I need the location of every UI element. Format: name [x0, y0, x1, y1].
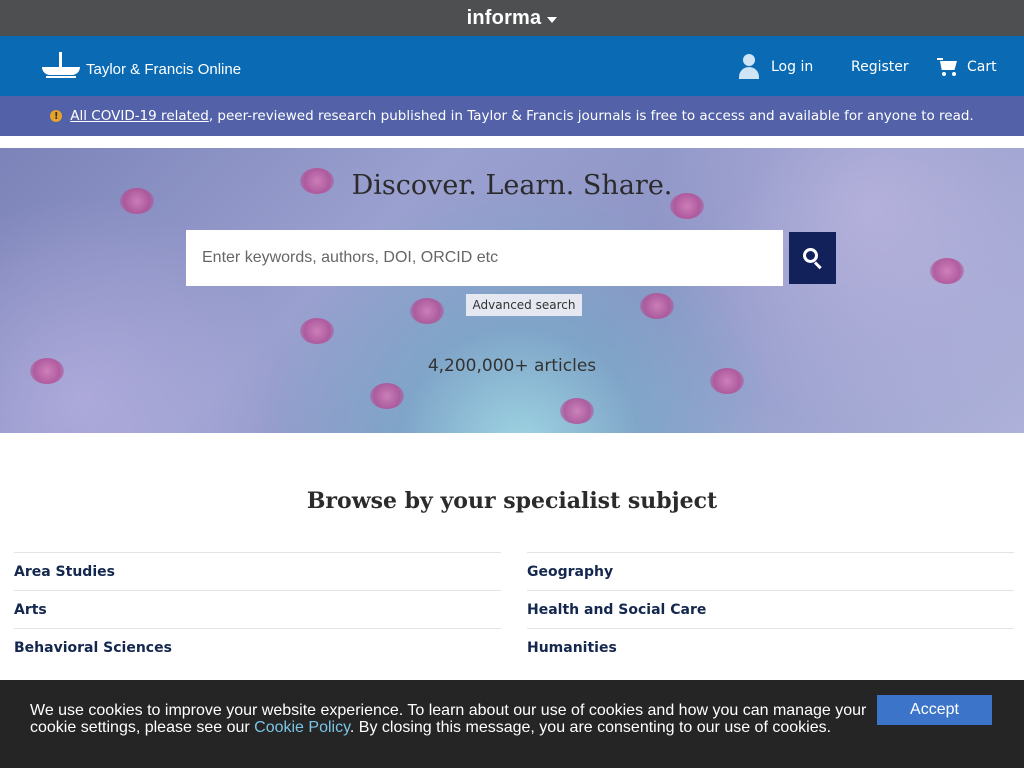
subject-item-arts[interactable]: Arts [14, 590, 501, 628]
site-header: Taylor & Francis Online Log in Register … [0, 36, 1024, 96]
covid-banner-text: , peer-reviewed research published in Ta… [208, 108, 974, 124]
hero-title: Discover. Learn. Share. [351, 170, 673, 201]
hero-banner: Discover. Learn. Share. Advanced search … [0, 148, 1024, 433]
subject-column-left: Area Studies Arts Behavioral Sciences [14, 552, 501, 666]
browse-heading: Browse by your specialist subject [306, 488, 718, 514]
search-icon [802, 248, 823, 270]
covid-link[interactable]: All COVID-19 related [70, 108, 209, 124]
informa-brand-button[interactable]: informa [467, 7, 558, 30]
search-button[interactable] [789, 232, 836, 284]
register-button[interactable]: Register [851, 52, 909, 82]
login-label: Log in [771, 59, 814, 75]
subject-item-area-studies[interactable]: Area Studies [14, 552, 501, 590]
subject-item-geography[interactable]: Geography [527, 552, 1014, 590]
user-icon[interactable] [738, 54, 760, 80]
ship-logo-icon [42, 52, 80, 78]
virus-spike-decoration [370, 383, 404, 409]
covid-banner: ! All COVID-19 related , peer-reviewed r… [0, 96, 1024, 136]
subject-item-humanities[interactable]: Humanities [527, 628, 1014, 666]
virus-spike-decoration [300, 318, 334, 344]
subject-list: Area Studies Arts Behavioral Sciences Ge… [14, 552, 1014, 666]
subject-item-health-social-care[interactable]: Health and Social Care [527, 590, 1014, 628]
cart-icon [937, 57, 959, 77]
accept-cookies-button[interactable]: Accept [877, 695, 992, 725]
article-count: 4,200,000+ articles [427, 356, 597, 376]
caret-down-icon [547, 17, 558, 23]
informa-topbar: informa [0, 0, 1024, 36]
alert-icon: ! [50, 110, 63, 122]
cart-button[interactable]: Cart [937, 52, 997, 82]
cookie-banner: We use cookies to improve your website e… [0, 680, 1024, 768]
cookie-message: We use cookies to improve your website e… [30, 702, 870, 736]
advanced-search-link[interactable]: Advanced search [466, 294, 582, 316]
subject-column-right: Geography Health and Social Care Humanit… [527, 552, 1014, 666]
virus-spike-decoration [560, 398, 594, 424]
register-label: Register [851, 59, 909, 75]
virus-spike-decoration [930, 258, 964, 284]
site-logo[interactable]: Taylor & Francis Online [42, 52, 241, 78]
search-input[interactable] [186, 230, 783, 286]
cookie-policy-link[interactable]: Cookie Policy [254, 719, 350, 736]
informa-brand: informa [466, 6, 542, 29]
login-button[interactable]: Log in [771, 52, 813, 82]
cart-label: Cart [967, 59, 997, 75]
logo-text: Taylor & Francis Online [86, 61, 242, 78]
virus-spike-decoration [410, 298, 444, 324]
subject-item-behavioral-sciences[interactable]: Behavioral Sciences [14, 628, 501, 666]
virus-spike-decoration [640, 293, 674, 319]
cookie-text-after: . By closing this message, you are conse… [349, 719, 832, 736]
